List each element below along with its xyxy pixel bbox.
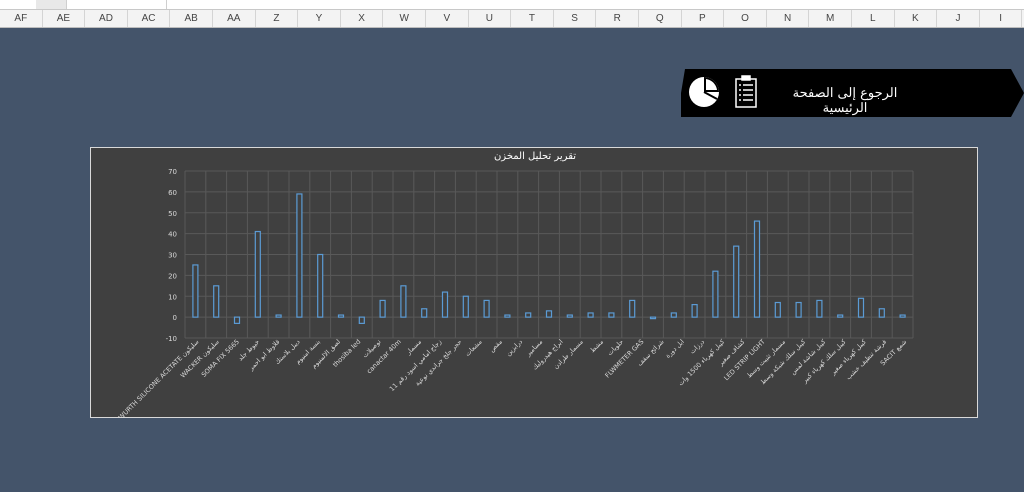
x-tick-label: ابل دورة [664,338,686,360]
bar [213,285,220,318]
bar [878,308,885,318]
home-nav-label[interactable]: الرجوع إلى الصفحة الرئيسية [770,86,920,116]
pie-chart-icon [689,77,719,107]
x-tick-label: درزات [688,338,706,356]
formula-bar-strip [0,0,1024,10]
bar [670,312,677,318]
column-header-V[interactable]: V [426,10,469,27]
column-header-AE[interactable]: AE [43,10,86,27]
y-tick-label: 0 [173,314,177,322]
column-header-I[interactable]: I [980,10,1023,27]
x-tick-label: درابزين [504,338,524,358]
bar [358,316,365,324]
column-header-X[interactable]: X [341,10,384,27]
column-header-U[interactable]: U [469,10,512,27]
column-header-S[interactable]: S [554,10,597,27]
bar [504,314,511,318]
bar [649,316,657,320]
column-header-R[interactable]: R [596,10,639,27]
column-header-AD[interactable]: AD [85,10,128,27]
x-tick-label: SOMA FIX 5665 [200,338,241,379]
column-headers: AF AE AD AC AB AA Z Y X W V U T S R Q P O N M L K J I [0,10,1024,28]
column-header-J[interactable]: J [937,10,980,27]
bar [857,297,865,318]
toolbar-tab[interactable] [36,0,67,9]
formula-input[interactable] [66,0,167,9]
column-header-AB[interactable]: AB [170,10,213,27]
chart-plot: -10 0 10 20 30 40 50 60 70 WURTH SILICONE ACETATE… [117,168,914,421]
bar [233,316,241,324]
bar [774,301,781,318]
bar [483,299,490,318]
column-header-M[interactable]: M [809,10,852,27]
inventory-chart: تقرير تحليل المخزن -10 0 10 20 30 40 50 60 70 WUR… [90,147,978,421]
column-header-O[interactable]: O [724,10,767,27]
column-header-W[interactable]: W [383,10,426,27]
bar [816,299,823,318]
x-tick-label: مشعات [463,338,483,358]
chart-title: تقرير تحليل المخزن [493,151,577,162]
column-header-Q[interactable]: Q [639,10,682,27]
column-header-AF[interactable]: AF [0,10,43,27]
bar [192,264,199,318]
bar [837,314,844,318]
bar [317,253,324,318]
column-header-N[interactable]: N [767,10,810,27]
bar [337,314,345,318]
y-tick-label: 20 [168,272,177,280]
bar [462,295,469,318]
bar [608,312,615,318]
x-tick-label: مقص [488,338,504,354]
bar [566,314,573,318]
y-tick-label: 30 [168,252,177,260]
bar [691,304,698,318]
bar [545,310,553,318]
column-header-T[interactable]: T [511,10,554,27]
y-tick-label: -10 [166,335,177,343]
y-tick-label: 50 [168,210,177,218]
bar [379,299,386,318]
bar [254,230,261,318]
bar [753,220,761,318]
y-tick-label: 60 [168,189,177,197]
bar [587,312,594,318]
bar [421,308,428,318]
x-tick-label: WURTH SILICONE ACETATE سليكون [117,338,201,417]
y-tick-label: 70 [168,168,177,176]
bar [899,314,906,318]
column-header-AC[interactable]: AC [128,10,171,27]
y-tick-label: 10 [168,293,177,301]
bar [275,314,282,318]
column-header-P[interactable]: P [682,10,725,27]
bar [733,245,740,318]
bar [795,301,802,318]
name-box[interactable] [0,0,37,9]
y-tick-label: 40 [168,231,177,239]
bar [296,193,303,318]
bar [629,299,636,318]
column-header-AA[interactable]: AA [213,10,256,27]
column-header-Y[interactable]: Y [298,10,341,27]
bar [441,291,449,318]
bar [400,285,407,318]
column-header-L[interactable]: L [852,10,895,27]
bar [712,270,719,318]
bar [525,312,532,318]
x-tick-label: مشط [588,338,605,355]
column-header-Z[interactable]: Z [256,10,299,27]
column-header-K[interactable]: K [895,10,938,27]
